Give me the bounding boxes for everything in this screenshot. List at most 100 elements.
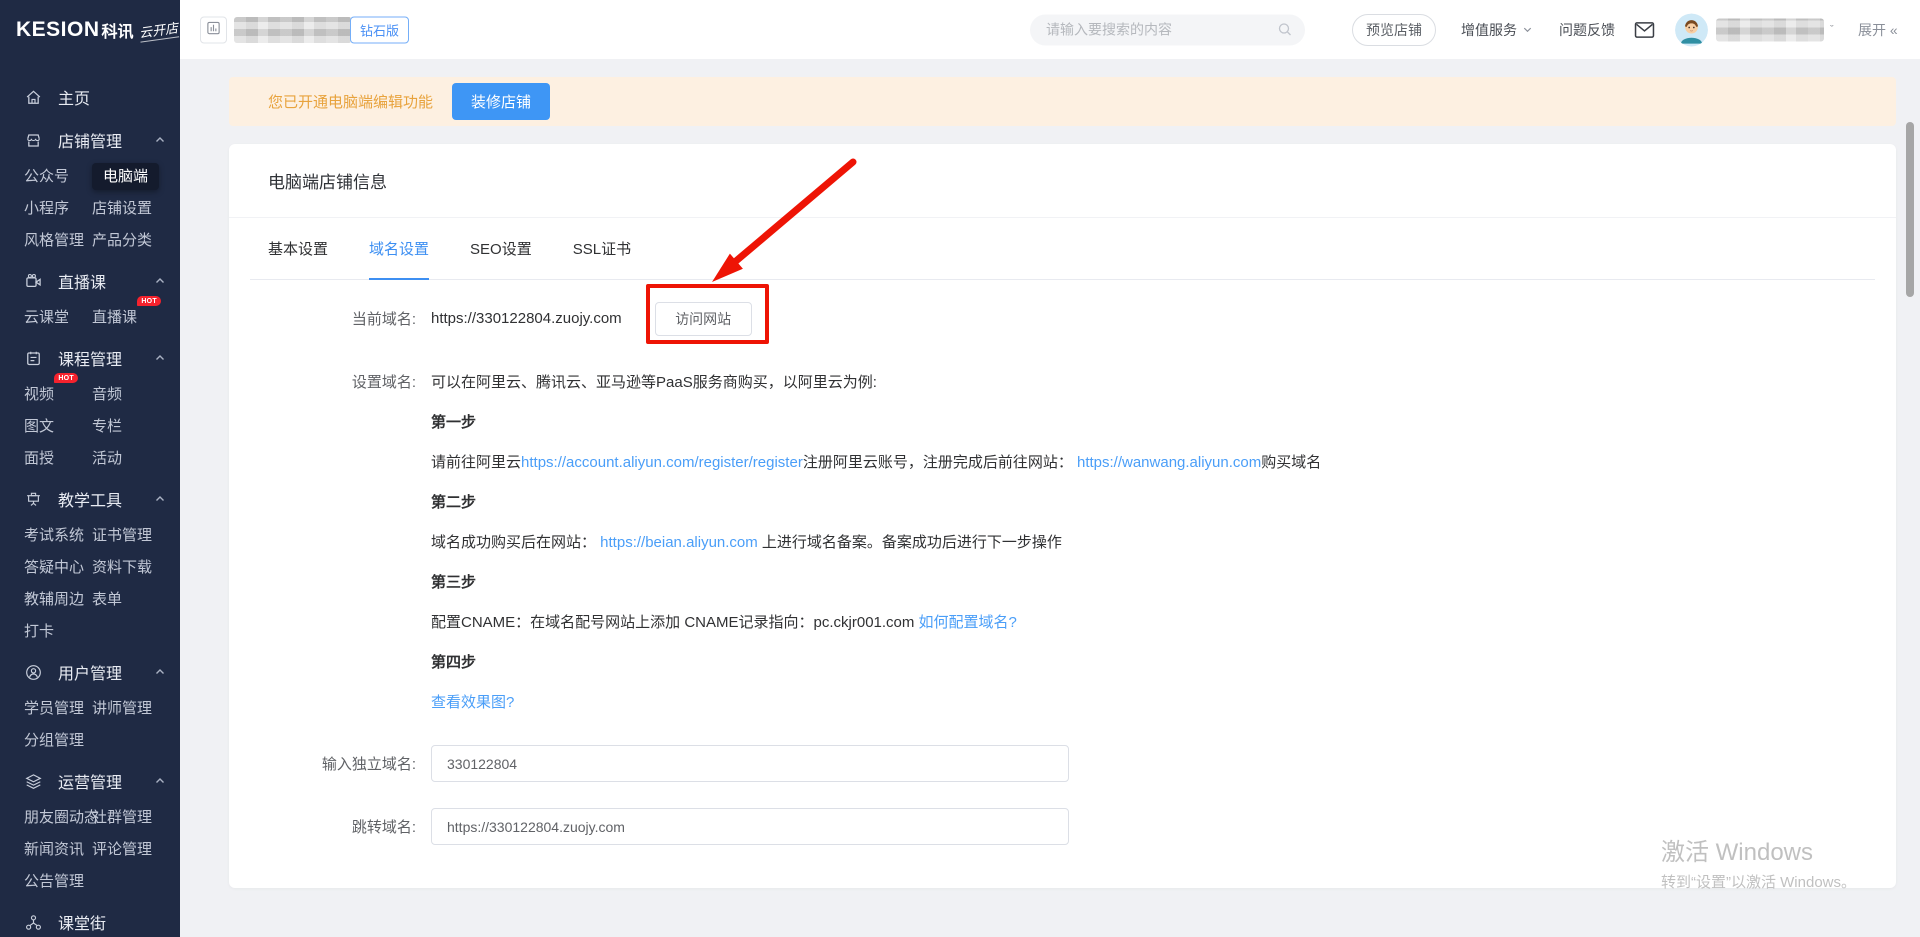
sidebar-item-学员管理[interactable]: 学员管理 — [24, 692, 92, 724]
sidebar-heading-users[interactable]: 用户管理 — [0, 654, 180, 690]
sidebar-item-小程序[interactable]: 小程序 — [24, 192, 92, 224]
sidebar-heading-label: 课堂街 — [58, 910, 166, 934]
shop-icon — [24, 131, 42, 149]
brand-name: KESION — [16, 18, 100, 42]
decorate-store-button[interactable]: 装修店铺 — [452, 83, 550, 120]
sidebar-heading-tools[interactable]: 教学工具 — [0, 481, 180, 517]
sidebar-item-label: 表单 — [92, 587, 122, 612]
independent-domain-input[interactable] — [431, 745, 1069, 782]
value-added-services-menu[interactable]: 增值服务 — [1461, 20, 1533, 40]
scrollbar-thumb[interactable] — [1906, 122, 1914, 297]
sidebar-item-面授[interactable]: 面授 — [24, 442, 92, 474]
sidebar-heading-label: 主页 — [58, 85, 166, 109]
sidebar-item-表单[interactable]: 表单 — [92, 583, 180, 615]
chevron-up-icon — [154, 275, 166, 287]
notice-bar: 您已开通电脑端编辑功能 装修店铺 — [229, 77, 1896, 126]
user-avatar[interactable] — [1675, 13, 1708, 46]
topbar: 钻石版 预览店铺 增值服务 问题反馈 ˇ 展开 « — [180, 0, 1920, 59]
sidebar-heading-home[interactable]: 主页 — [0, 79, 180, 115]
sidebar-item-label: 社群管理 — [92, 805, 152, 830]
sidebar-heading-course[interactable]: 课程管理 — [0, 340, 180, 376]
sidebar-item-证书管理[interactable]: 证书管理 — [92, 519, 180, 551]
main-content: 您已开通电脑端编辑功能 装修店铺 电脑端店铺信息 基本设置域名设置SEO设置SS… — [180, 59, 1920, 937]
sidebar-item-label: 专栏 — [92, 414, 122, 439]
sidebar-item-专栏[interactable]: 专栏 — [92, 410, 180, 442]
sidebar-item-电脑端[interactable]: 电脑端 — [92, 160, 180, 192]
sidebar-heading-live[interactable]: 直播课 — [0, 263, 180, 299]
sidebar-item-店铺设置[interactable]: 店铺设置 — [92, 192, 180, 224]
tab-SSL证书[interactable]: SSL证书 — [573, 218, 631, 280]
step-content-1: 请前往阿里云https://account.aliyun.com/registe… — [431, 443, 1321, 483]
redirect-domain-input[interactable] — [431, 808, 1069, 845]
sidebar-item-活动[interactable]: 活动 — [92, 442, 180, 474]
sidebar-heading-label: 运营管理 — [58, 769, 154, 793]
feedback-link[interactable]: 问题反馈 — [1559, 20, 1615, 40]
step-content-3: 配置CNAME：在域名配号网站上添加 CNAME记录指向：pc.ckjr001.… — [431, 603, 1321, 643]
tab-域名设置[interactable]: 域名设置 — [369, 218, 429, 280]
sidebar-item-产品分类[interactable]: 产品分类 — [92, 224, 180, 256]
sidebar-item-视频[interactable]: 视频HOT — [24, 378, 92, 410]
home-icon — [24, 88, 42, 106]
sidebar-item-公告管理[interactable]: 公告管理 — [24, 865, 92, 897]
sidebar-item-分组管理[interactable]: 分组管理 — [24, 724, 92, 756]
vas-label: 增值服务 — [1461, 20, 1517, 40]
sidebar-item-云课堂[interactable]: 云课堂 — [24, 301, 92, 333]
brand-slogan: 云开店 — [137, 17, 178, 42]
sidebar-item-音频[interactable]: 音频 — [92, 378, 180, 410]
chevron-up-icon — [154, 134, 166, 146]
search-box[interactable] — [1030, 14, 1305, 45]
sidebar-subitems-shop: 公众号电脑端小程序店铺设置风格管理产品分类 — [0, 160, 180, 256]
link-如何配置域名?[interactable]: 如何配置域名? — [919, 614, 1017, 631]
step-text: 域名成功购买后在网站： — [431, 534, 600, 551]
brand-logo: KESION科讯 云开店 — [0, 0, 180, 59]
sidebar-subitems-ops: 朋友圈动态社群管理新闻资讯评论管理公告管理 — [0, 801, 180, 897]
sidebar-item-直播课[interactable]: 直播课HOT — [92, 301, 180, 333]
sidebar-heading-label: 教学工具 — [58, 487, 154, 511]
sidebar-item-风格管理[interactable]: 风格管理 — [24, 224, 92, 256]
preview-store-button[interactable]: 预览店铺 — [1352, 14, 1436, 46]
sidebar-heading-street[interactable]: 课堂街 — [0, 904, 180, 937]
sidebar-item-新闻资讯[interactable]: 新闻资讯 — [24, 833, 92, 865]
sidebar-item-讲师管理[interactable]: 讲师管理 — [92, 692, 180, 724]
sidebar-item-label: 打卡 — [24, 619, 54, 644]
search-input[interactable] — [1046, 22, 1277, 38]
sidebar-item-图文[interactable]: 图文 — [24, 410, 92, 442]
sidebar-section-course: 课程管理视频HOT 音频图文专栏面授活动 — [0, 340, 180, 474]
sidebar-item-公众号[interactable]: 公众号 — [24, 160, 92, 192]
link-https://beian.aliyun.com[interactable]: https://beian.aliyun.com — [600, 534, 758, 551]
street-icon — [24, 913, 42, 931]
sidebar-item-答疑中心[interactable]: 答疑中心 — [24, 551, 92, 583]
sidebar-heading-ops[interactable]: 运营管理 — [0, 763, 180, 799]
current-domain-row: 当前域名: https://330122804.zuojy.com 访问网站 — [229, 300, 1896, 337]
sidebar-section-live: 直播课云课堂直播课HOT — [0, 263, 180, 333]
tab-基本设置[interactable]: 基本设置 — [268, 218, 328, 280]
store-chart-icon-button[interactable] — [200, 16, 227, 43]
sidebar-item-打卡[interactable]: 打卡 — [24, 615, 92, 647]
sidebar-item-资料下载[interactable]: 资料下载 — [92, 551, 180, 583]
sidebar-section-users: 用户管理学员管理讲师管理分组管理 — [0, 654, 180, 756]
sidebar-heading-label: 用户管理 — [58, 660, 154, 684]
domain-settings-form: 当前域名: https://330122804.zuojy.com 访问网站 设… — [229, 280, 1896, 845]
sidebar-item-社群管理[interactable]: 社群管理 — [92, 801, 180, 833]
notice-text: 您已开通电脑端编辑功能 — [268, 91, 433, 112]
link-https://account.aliyun.com/register/register[interactable]: https://account.aliyun.com/register/regi… — [521, 454, 803, 471]
expand-toggle[interactable]: 展开 « — [1858, 20, 1898, 40]
sidebar-item-教辅周边[interactable]: 教辅周边 — [24, 583, 92, 615]
hot-badge: HOT — [137, 296, 161, 306]
mail-icon[interactable] — [1634, 21, 1655, 38]
sidebar-item-朋友圈动态[interactable]: 朋友圈动态 — [24, 801, 92, 833]
user-menu-caret-icon[interactable]: ˇ — [1830, 24, 1834, 36]
link-https://wanwang.aliyun.com[interactable]: https://wanwang.aliyun.com — [1077, 454, 1261, 471]
sidebar-heading-label: 店铺管理 — [58, 128, 154, 152]
tab-SEO设置[interactable]: SEO设置 — [470, 218, 532, 280]
sidebar-heading-shop[interactable]: 店铺管理 — [0, 122, 180, 158]
sidebar-item-考试系统[interactable]: 考试系统 — [24, 519, 92, 551]
ops-icon — [24, 772, 42, 790]
sidebar-item-label: 视频HOT — [24, 382, 54, 407]
sidebar-item-label: 学员管理 — [24, 696, 84, 721]
bar-chart-icon — [206, 21, 221, 39]
visit-website-button[interactable]: 访问网站 — [655, 302, 752, 336]
sidebar-item-评论管理[interactable]: 评论管理 — [92, 833, 180, 865]
link-查看效果图?[interactable]: 查看效果图? — [431, 694, 514, 711]
sidebar-item-label: 证书管理 — [92, 523, 152, 548]
